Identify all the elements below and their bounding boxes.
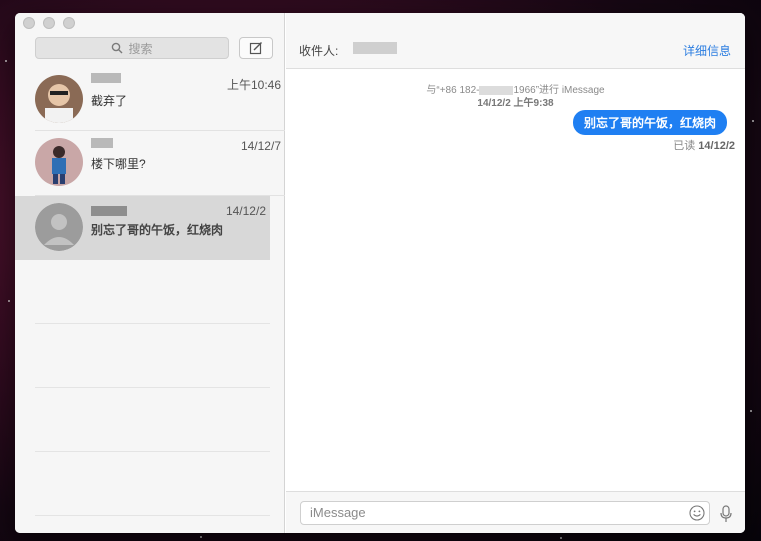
list-divider <box>35 515 270 516</box>
microphone-icon[interactable] <box>719 505 733 523</box>
message-input[interactable]: iMessage <box>300 501 710 525</box>
background-star <box>752 120 754 122</box>
contact-name-redacted <box>91 73 121 83</box>
recipient-name-redacted[interactable] <box>353 42 397 54</box>
read-label: 已读 <box>673 140 696 152</box>
read-receipt: 已读 14/12/2 <box>673 137 735 153</box>
conversation-item[interactable]: 14/12/7 楼下哪里? <box>35 131 285 196</box>
message-input-placeholder: iMessage <box>310 505 366 520</box>
conversation-item[interactable]: 上午10:46 截弃了 <box>35 68 285 131</box>
conversation-header: 收件人: 详细信息 <box>286 13 745 69</box>
contact-name-redacted <box>91 138 113 148</box>
close-window-button[interactable] <box>23 17 35 29</box>
conversation-time: 14/12/7 <box>240 139 281 153</box>
background-star <box>200 536 202 538</box>
avatar <box>35 75 83 123</box>
search-placeholder: 搜索 <box>128 41 153 56</box>
background-star <box>8 300 10 302</box>
list-divider <box>35 387 270 388</box>
conversation-preview: 楼下哪里? <box>91 157 146 171</box>
details-link[interactable]: 详细信息 <box>683 42 731 59</box>
conversation-preview: 别忘了哥的午饭，红烧肉 <box>91 223 224 237</box>
conversation-timestamp: 14/12/2 上午9:38 <box>286 94 745 109</box>
minimize-window-button[interactable] <box>43 17 55 29</box>
emoji-icon[interactable] <box>689 505 705 521</box>
read-time: 14/12/2 <box>698 140 735 152</box>
contact-name-redacted <box>91 206 127 216</box>
search-input[interactable]: 搜索 <box>35 37 229 59</box>
sidebar: 搜索 上午10:46 截弃了 14/12/7 楼下哪里? 14/12/2 别忘了… <box>15 13 285 533</box>
compose-icon <box>249 42 262 55</box>
background-star <box>5 60 7 62</box>
conversation-item-selected[interactable]: 14/12/2 别忘了哥的午饭，红烧肉 <box>15 196 270 260</box>
meta-time: 14/12/2 上午9:38 <box>477 98 554 109</box>
message-bubble[interactable]: 别忘了哥的午饭，红烧肉 <box>572 110 727 135</box>
window-controls <box>23 17 75 29</box>
conversation-pane: 收件人: 详细信息 与“+86 182- 1966”进行 iMessage 14/… <box>286 13 745 533</box>
avatar-placeholder <box>35 203 83 251</box>
conversation-time: 上午10:46 <box>226 78 281 92</box>
list-divider <box>35 451 270 452</box>
conversation-time: 14/12/2 <box>225 204 266 218</box>
background-star <box>560 537 562 539</box>
zoom-window-button[interactable] <box>63 17 75 29</box>
compose-button[interactable] <box>239 37 273 59</box>
messages-window: 搜索 上午10:46 截弃了 14/12/7 楼下哪里? 14/12/2 别忘了… <box>15 13 745 533</box>
composer-bar: iMessage <box>286 491 745 533</box>
avatar <box>35 138 83 186</box>
recipient-label: 收件人: <box>299 44 339 58</box>
conversation-preview: 截弃了 <box>91 94 128 108</box>
search-icon <box>112 42 123 54</box>
conversation-list: 上午10:46 截弃了 14/12/7 楼下哪里? 14/12/2 别忘了哥的午… <box>15 68 285 260</box>
list-divider <box>35 323 270 324</box>
background-star <box>750 410 752 412</box>
